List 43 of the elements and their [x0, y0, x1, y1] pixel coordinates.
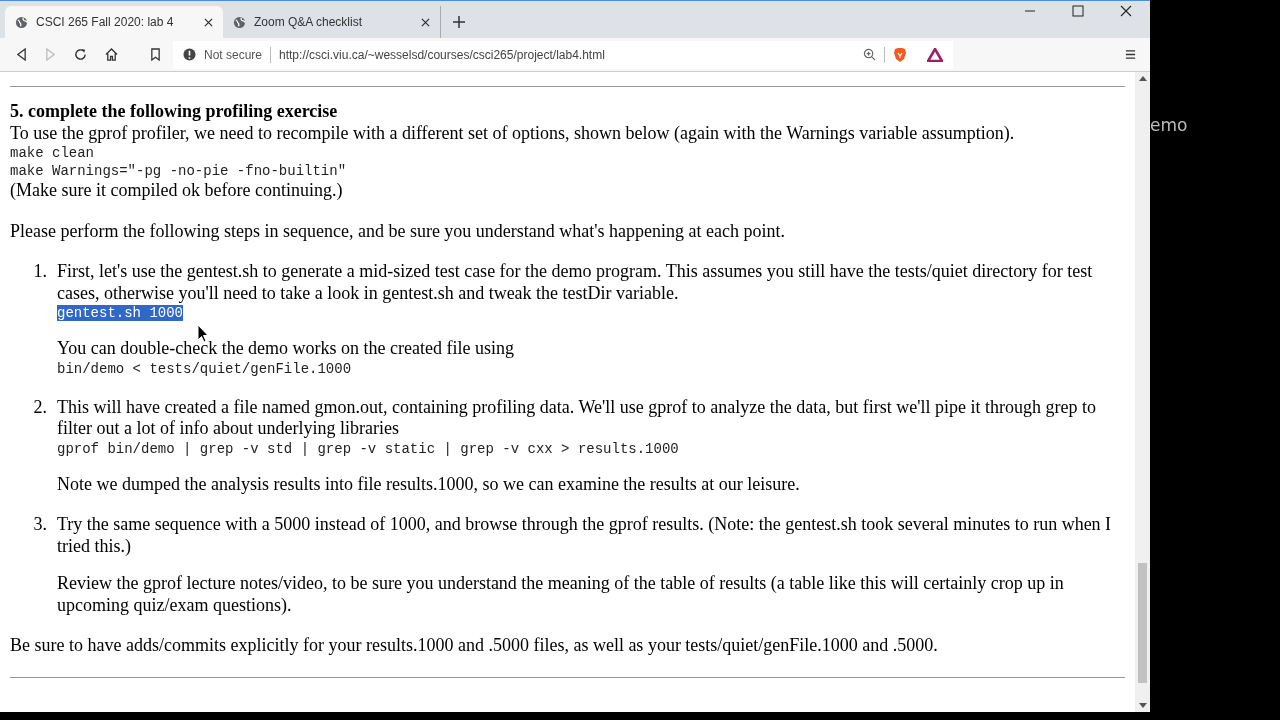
menu-icon[interactable] — [1125, 49, 1136, 60]
code-line: bin/demo < tests/quiet/genFile.1000 — [57, 360, 352, 377]
paragraph: First, let's use the gentest.sh to generate a mid-sized test case for the demo program. This assumes you still have the tests/quiet directory for test cases, otherwise you'll need to take a look in gentest.sh and tweak the testDir variable. — [57, 261, 1094, 304]
step-number: 2. — [32, 396, 48, 419]
paragraph: Please perform the following steps in sequence, and be sure you understand what's happening at each point. — [10, 220, 787, 242]
close-icon[interactable] — [421, 17, 430, 27]
warning-icon — [183, 48, 196, 61]
paragraph: Be sure to have adds/commits explicitly for your results.1000 and .5000 files, as well as your tests/quiet/genFile.1000 and .5000. — [10, 635, 939, 657]
lion-shield-icon[interactable] — [893, 46, 907, 63]
close-icon[interactable] — [204, 17, 213, 27]
paragraph: Review the gprof lecture notes/video, to be sure you understand the meaning of the table of results (a table like this will certainly crop up in upcoming quiz/exam questions). — [57, 573, 1065, 616]
browser-tab[interactable]: CSCI 265 Fall 2020: lab 4 — [5, 6, 223, 38]
mouse-cursor-icon — [197, 324, 209, 343]
globe-icon — [15, 15, 28, 29]
desktop-text: emo — [1150, 115, 1188, 135]
close-icon[interactable] — [1120, 5, 1132, 17]
new-tab-icon[interactable] — [453, 16, 465, 28]
bookmark-icon[interactable] — [150, 48, 161, 61]
step-number: 1. — [32, 261, 48, 283]
section-heading: 5. complete the following profiling exercise — [10, 101, 339, 123]
home-icon[interactable] — [105, 48, 118, 61]
paragraph: To use the gprof profiler, we need to recompile with a different set of options, shown below (again with the Warnings variable assumption). — [10, 122, 1016, 144]
maximize-icon[interactable] — [1072, 5, 1084, 17]
url-text: http://csci.viu.ca/~wesselsd/courses/csci265/project/lab4.html — [279, 47, 605, 62]
paragraph: You can double-check the demo works on the created file using — [57, 338, 516, 360]
paragraph: (Make sure it compiled ok before continuing.) — [10, 180, 344, 202]
code-line: gprof bin/demo | grep -v std | grep -v static | grep -v cxx > results.1000 — [57, 440, 679, 457]
scroll-down-icon[interactable] — [1138, 703, 1147, 708]
paragraph: Note we dumped the analysis results into file results.1000, so we can examine the results at our leisure. — [57, 473, 801, 495]
paragraph: Try the same sequence with a 5000 instead of 1000, and browse through the gprof results. (Note: the gentest.sh took several minutes to run when I tried this.) — [57, 514, 1113, 557]
code-line: make Warnings="-pg -no-pie -fno-builtin" — [10, 162, 348, 180]
scrollbar-thumb[interactable] — [1138, 563, 1147, 683]
step-number: 3. — [32, 514, 48, 536]
address-bar[interactable]: Not secure http://csci.viu.ca/~wesselsd/courses/csci265/project/lab4.html — [173, 40, 953, 69]
reload-icon[interactable] — [74, 48, 87, 61]
code-line: make clean — [10, 144, 95, 162]
scroll-up-icon[interactable] — [1138, 76, 1147, 81]
globe-icon — [233, 15, 246, 29]
triangle-icon[interactable] — [927, 47, 943, 62]
security-label: Not secure — [204, 47, 263, 62]
back-icon[interactable] — [16, 48, 27, 61]
paragraph: This will have created a file named gmon.out, containing profiling data. We'll use gprof to analyze the data, but first we'll pipe it through grep to filter out a lot of info about underlying libraries — [57, 396, 1097, 440]
zoom-icon[interactable] — [863, 48, 876, 61]
